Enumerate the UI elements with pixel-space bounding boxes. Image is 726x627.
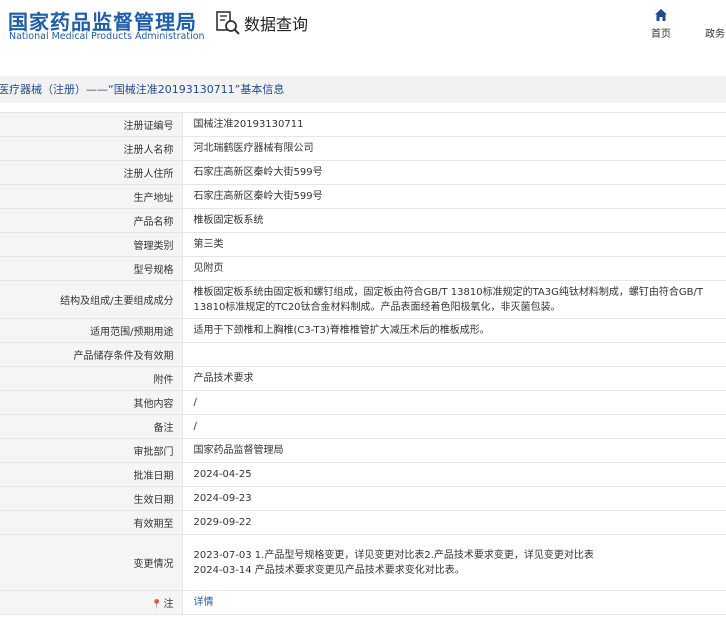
row-value: 2023-07-03 1.产品型号规格变更，详见变更对比表2.产品技术要求变更，… [182, 534, 726, 591]
row-label: 批准日期 [0, 462, 183, 487]
details-link[interactable]: 详情 [194, 597, 214, 608]
table-row: 注册证编号 国械注准20193130711 [0, 112, 726, 137]
table-row: 型号规格 见附页 [0, 256, 726, 281]
data-query-label: 数据查询 [244, 15, 309, 34]
nav-home-label: 首页 [651, 29, 671, 40]
row-label: 适用范围/预期用途 [0, 318, 183, 343]
table-row: 有效期至 2029-09-22 [0, 510, 726, 535]
row-label-text: 注 [163, 599, 174, 610]
row-label: 产品储存条件及有效期 [0, 342, 183, 367]
logo-subtitle: National Medical Products Administration [9, 31, 205, 42]
row-value: 2024-04-25 [182, 462, 726, 487]
table-row: 审批部门 国家药品监督管理局 [0, 438, 726, 463]
home-icon [655, 9, 667, 21]
row-value: 第三类 [182, 232, 726, 257]
row-value: 2024-09-23 [182, 486, 726, 511]
nav-gov[interactable]: 政务 [705, 8, 725, 40]
table-row: 注册人名称 河北瑞鹤医疗器械有限公司 [0, 136, 726, 161]
table-row: 产品储存条件及有效期 [0, 342, 726, 367]
row-label: 附件 [0, 366, 183, 391]
row-value: 河北瑞鹤医疗器械有限公司 [182, 136, 726, 161]
table-row: 结构及组成/主要组成成分 椎板固定板系统由固定板和螺钉组成，固定板由符合GB/T… [0, 280, 726, 319]
row-label: 审批部门 [0, 438, 183, 463]
row-value: 见附页 [182, 256, 726, 281]
row-label-note: 📍注 [0, 590, 183, 615]
row-value: 国械注准20193130711 [182, 112, 726, 137]
table-row: 批准日期 2024-04-25 [0, 462, 726, 487]
table-row: 生产地址 石家庄高新区秦岭大街599号 [0, 184, 726, 209]
row-value: 产品技术要求 [182, 366, 726, 391]
row-label: 管理类别 [0, 232, 183, 257]
row-value: 石家庄高新区秦岭大街599号 [182, 160, 726, 185]
row-label: 型号规格 [0, 256, 183, 281]
row-label: 生产地址 [0, 184, 183, 209]
gov-icon [708, 8, 722, 22]
table-row: 附件 产品技术要求 [0, 366, 726, 391]
row-label: 注册人名称 [0, 136, 183, 161]
row-value: 2029-09-22 [182, 510, 726, 535]
table-row: 生效日期 2024-09-23 [0, 486, 726, 511]
row-value: 石家庄高新区秦岭大街599号 [182, 184, 726, 209]
row-label: 生效日期 [0, 486, 183, 511]
table-row: 变更情况 2023-07-03 1.产品型号规格变更，详见变更对比表2.产品技术… [0, 534, 726, 591]
row-label: 有效期至 [0, 510, 183, 535]
data-query-title: 数据查询 [215, 10, 308, 36]
row-value: / [182, 414, 726, 439]
row-value: 椎板固定板系统由固定板和螺钉组成，固定板由符合GB/T 13810标准规定的TA… [182, 280, 726, 319]
breadcrumb-text: 医疗器械（注册）——“国械注准20193130711”基本信息 [0, 83, 285, 96]
table-row: 注册人住所 石家庄高新区秦岭大街599号 [0, 160, 726, 185]
breadcrumb: 医疗器械（注册）——“国械注准20193130711”基本信息 [0, 76, 726, 103]
table-row: 适用范围/预期用途 适用于下颈椎和上胸椎(C3-T3)脊椎椎管扩大减压术后的椎板… [0, 318, 726, 343]
row-value: 椎板固定板系统 [182, 208, 726, 233]
row-value: 国家药品监督管理局 [182, 438, 726, 463]
table-row: 管理类别 第三类 [0, 232, 726, 257]
nav-gov-label: 政务 [705, 29, 725, 40]
table-row: 产品名称 椎板固定板系统 [0, 208, 726, 233]
table-row: 备注 / [0, 414, 726, 439]
table-row: 其他内容 / [0, 390, 726, 415]
row-label: 注册证编号 [0, 112, 183, 137]
data-query-icon [216, 11, 240, 35]
row-label: 注册人住所 [0, 160, 183, 185]
detail-table: 注册证编号 国械注准20193130711 注册人名称 河北瑞鹤医疗器械有限公司… [0, 112, 726, 615]
pin-icon: 📍 [151, 600, 163, 610]
row-value [182, 342, 726, 367]
row-value: 适用于下颈椎和上胸椎(C3-T3)脊椎椎管扩大减压术后的椎板成形。 [182, 318, 726, 343]
table-row: 📍注 详情 [0, 590, 726, 615]
site-header: 国家药品监督管理局 National Medical Products Admi… [0, 0, 726, 62]
row-value: 详情 [182, 590, 726, 615]
row-label: 产品名称 [0, 208, 183, 233]
row-label: 其他内容 [0, 390, 183, 415]
row-value: / [182, 390, 726, 415]
nav-home[interactable]: 首页 [651, 8, 671, 40]
row-label: 结构及组成/主要组成成分 [0, 280, 183, 319]
row-label: 备注 [0, 414, 183, 439]
row-label: 变更情况 [0, 534, 183, 591]
